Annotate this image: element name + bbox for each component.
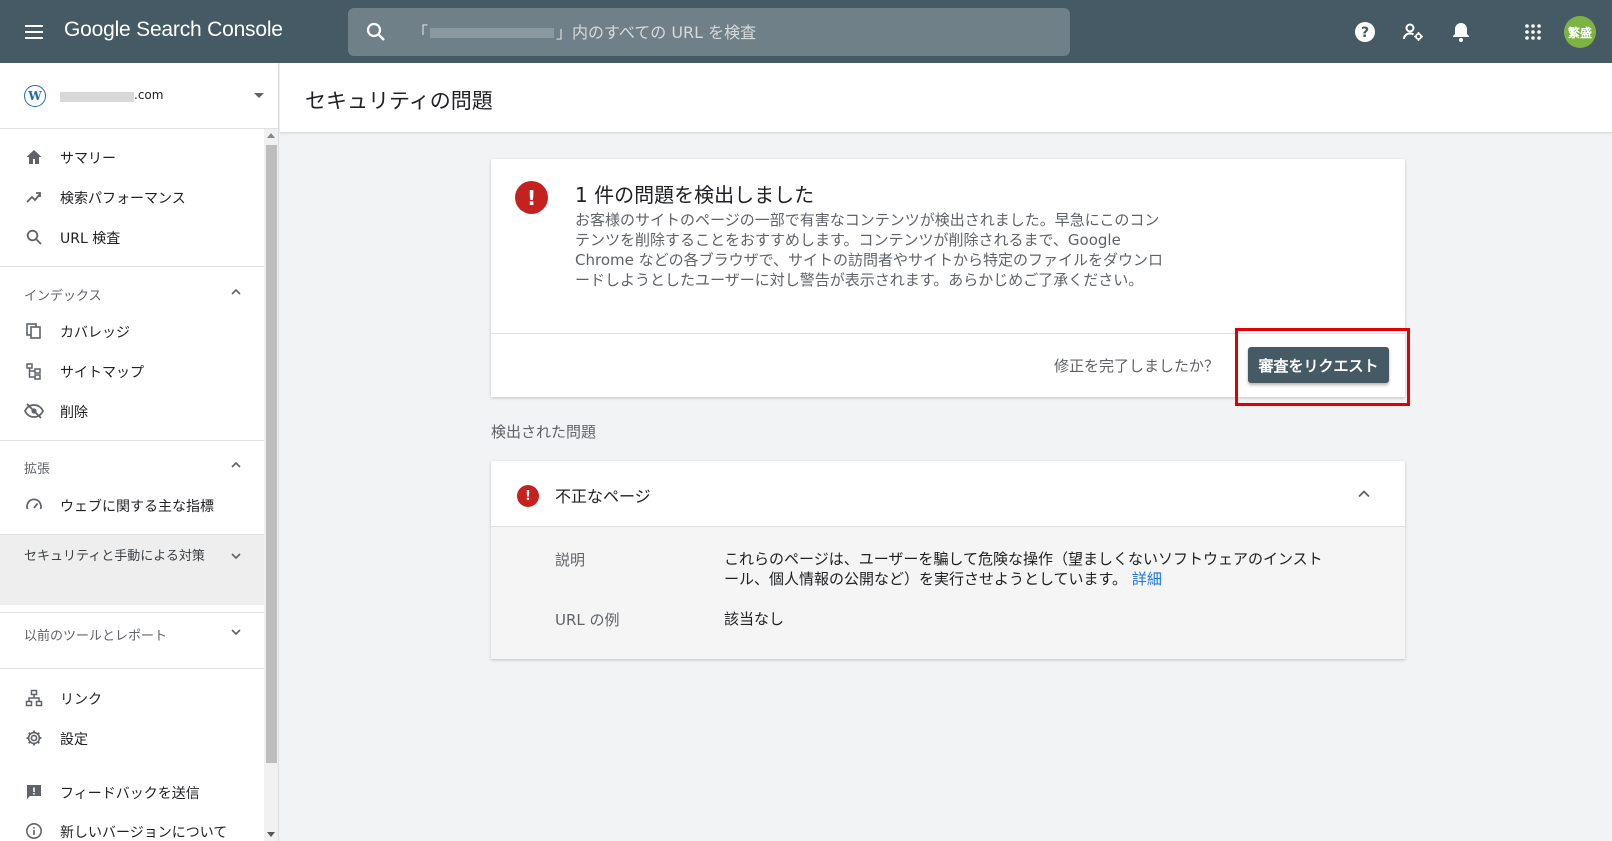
links-icon (24, 688, 44, 708)
divider (0, 440, 264, 441)
sidebar-scrollbar[interactable] (264, 129, 278, 841)
sidebar-item-feedback[interactable]: フィードバックを送信 (0, 774, 264, 810)
property-name: .com (134, 88, 164, 102)
section-header-legacy-tools[interactable]: 以前のツールとレポート (0, 614, 264, 650)
security-issue-summary-card: ! 1 件の問題を検出しました お客様のサイトのページの一部で有害なコンテンツが… (491, 159, 1405, 397)
property-selector[interactable]: W .com (0, 63, 278, 129)
sidebar-item-label: カバレッジ (60, 325, 130, 341)
divider (0, 266, 264, 267)
chevron-up-icon[interactable] (1357, 487, 1371, 501)
alert-title: 1 件の問題を検出しました (575, 183, 815, 207)
wordpress-icon: W (24, 85, 46, 107)
divider (491, 333, 1405, 334)
issue-title: 不正なページ (555, 487, 651, 506)
sidebar-item-label: 削除 (60, 405, 88, 421)
svg-text:?: ? (1361, 25, 1369, 41)
home-icon (24, 147, 44, 167)
detected-issues-heading: 検出された問題 (491, 423, 597, 441)
section-label: インデックス (24, 289, 102, 304)
sidebar-item-label: 検索パフォーマンス (60, 191, 186, 207)
url-inspection-search[interactable] (348, 8, 1070, 56)
chevron-up-icon (231, 288, 241, 295)
description-text: これらのページは、ユーザーを騙して危険な操作（望ましくないソフトウェアのインスト… (724, 550, 1323, 588)
sidebar-item-label: フィードバックを送信 (60, 786, 200, 802)
issue-details: 説明 これらのページは、ユーザーを騙して危険な操作（望ましくないソフトウェアのイ… (491, 527, 1405, 659)
sidebar-item-links[interactable]: リンク (0, 680, 264, 716)
help-icon[interactable]: ? (1352, 19, 1378, 45)
redacted-property-name (60, 92, 134, 102)
description-value: これらのページは、ユーザーを騙して危険な操作（望ましくないソフトウェアのインスト… (724, 549, 1324, 589)
scroll-thumb[interactable] (266, 145, 277, 763)
trending-up-icon (24, 187, 44, 207)
app-title[interactable]: Google Search Console (64, 18, 283, 42)
menu-icon[interactable] (22, 20, 46, 44)
sidebar-item-performance[interactable]: 検索パフォーマンス (0, 179, 264, 215)
section-label: 以前のツールとレポート (24, 629, 168, 644)
avatar[interactable]: 繁盛 (1564, 16, 1596, 48)
chevron-down-icon (231, 553, 241, 560)
section-header-enhancements[interactable]: 拡張 (0, 447, 264, 483)
caret-down-icon[interactable] (254, 93, 264, 98)
section-header-security[interactable]: セキュリティと手動による対策 (0, 535, 264, 605)
error-icon: ! (515, 181, 548, 214)
error-icon: ! (517, 485, 539, 507)
url-example-label: URL の例 (555, 611, 620, 629)
section-header-index[interactable]: インデックス (0, 274, 264, 310)
info-icon (24, 821, 44, 841)
sidebar-item-summary[interactable]: サマリー (0, 139, 264, 175)
notifications-icon[interactable] (1448, 19, 1474, 45)
description-label: 説明 (555, 551, 586, 569)
fix-completed-question: 修正を完了しましたか？ (1054, 357, 1220, 375)
issue-header[interactable]: ! 不正なページ (491, 461, 1405, 527)
sidebar-item-label: サマリー (60, 151, 116, 167)
sidebar-item-label: ウェブに関する主な指標 (60, 499, 214, 515)
page-title: セキュリティの問題 (305, 89, 493, 113)
sidebar-item-sitemaps[interactable]: サイトマップ (0, 353, 264, 389)
chevron-down-icon (231, 629, 241, 636)
settings-icon (24, 728, 44, 748)
sidebar-item-label: 新しいバージョンについて (60, 825, 228, 841)
apps-icon[interactable] (1520, 19, 1546, 45)
page-header: セキュリティの問題 (280, 63, 1612, 133)
sidebar-item-label: サイトマップ (60, 365, 144, 381)
speed-icon (24, 495, 44, 515)
sidebar-item-label: リンク (60, 692, 102, 708)
sidebar-item-label: 設定 (60, 732, 88, 748)
sidebar-item-about-new-version[interactable]: 新しいバージョンについて (0, 813, 264, 841)
sidebar-item-removals[interactable]: 削除 (0, 393, 264, 429)
search-icon[interactable] (364, 20, 388, 44)
sidebar-item-coverage[interactable]: カバレッジ (0, 313, 264, 349)
divider (0, 612, 264, 613)
feedback-icon (24, 782, 44, 802)
visibility-off-icon (24, 401, 44, 421)
chevron-up-icon (231, 461, 241, 468)
copy-icon (24, 321, 44, 341)
sidebar-item-core-web-vitals[interactable]: ウェブに関する主な指標 (0, 487, 264, 523)
sitemap-icon (24, 361, 44, 381)
divider (0, 668, 264, 669)
section-label: セキュリティと手動による対策 (24, 549, 205, 564)
search-icon (24, 227, 44, 247)
redacted-domain (430, 28, 554, 38)
sidebar-item-url-inspection[interactable]: URL 検査 (0, 219, 264, 255)
url-example-value: 該当なし (724, 610, 785, 628)
sidebar-item-label: URL 検査 (60, 231, 121, 247)
scroll-down-arrow-icon[interactable] (267, 832, 275, 837)
sidebar: W .com サマリー 検索パフォーマンス URL 検査 インデックス カバレッ… (0, 63, 279, 841)
sidebar-item-settings[interactable]: 設定 (0, 720, 264, 756)
top-app-bar: Google Search Console ? 繁盛 (0, 0, 1612, 63)
details-link[interactable]: 詳細 (1132, 570, 1162, 588)
issue-card: ! 不正なページ 説明 これらのページは、ユーザーを騙して危険な操作（望ましくな… (491, 461, 1405, 659)
section-label: 拡張 (24, 462, 51, 477)
alert-description: お客様のサイトのページの一部で有害なコンテンツが検出されました。早急にこのコンテ… (575, 211, 1164, 289)
manage-users-icon[interactable] (1400, 19, 1426, 45)
request-review-button[interactable]: 審査をリクエスト (1248, 347, 1389, 383)
scroll-up-arrow-icon[interactable] (267, 133, 275, 138)
